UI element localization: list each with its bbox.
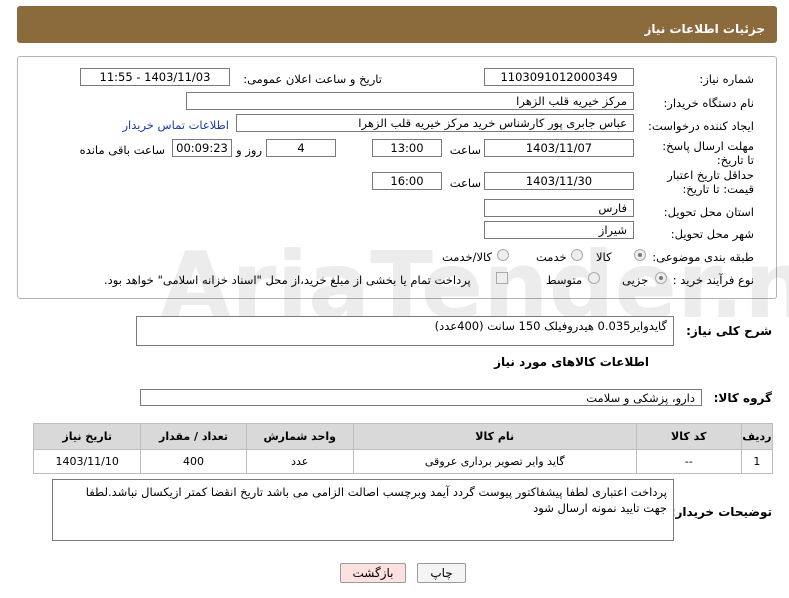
reply-time-field: 13:00 <box>372 139 442 157</box>
category-option-service: خدمت <box>536 250 567 264</box>
need-number-label: شماره نیاز: <box>699 72 754 86</box>
buyer-notes-label: توضیحات خریدار: <box>670 505 772 519</box>
requester-field: عباس جابری پور کارشناس خرید مرکز خیریه ق… <box>236 114 634 132</box>
province-field: فارس <box>484 199 634 217</box>
summary-field: گایدوایر0.035 هیدروفیلک 150 سانت (400عدد… <box>136 316 674 346</box>
category-option-goods-service: کالا/خدمت <box>442 250 493 264</box>
announce-datetime-field: 1403/11/03 - 11:55 <box>80 68 230 86</box>
col-header-name: نام کالا <box>352 423 637 450</box>
province-label: استان محل تحویل: <box>663 205 754 219</box>
reply-time-label: ساعت <box>449 143 481 157</box>
table-header-row: ردیف کد کالا نام کالا واحد شمارش تعداد /… <box>32 423 774 450</box>
cell-index: 1 <box>740 449 774 474</box>
page-header: جزئیات اطلاعات نیاز <box>17 6 777 43</box>
process-radio-partial[interactable] <box>655 272 667 284</box>
price-time-field: 16:00 <box>372 172 442 190</box>
summary-text: گایدوایر0.035 هیدروفیلک 150 سانت (400عدد… <box>434 319 667 333</box>
cell-unit: عدد <box>245 449 354 474</box>
col-header-qty: تعداد / مقدار <box>140 423 247 450</box>
announce-label: تاریخ و ساعت اعلان عمومی: <box>243 72 382 86</box>
process-option-partial: جزیی <box>622 273 649 287</box>
buyer-notes-text: پرداخت اعتباری لطفا پیشفاکتور پیوست گردد… <box>85 485 667 515</box>
buyer-notes-field: پرداخت اعتباری لطفا پیشفاکتور پیوست گردد… <box>52 479 674 541</box>
category-radio-goods[interactable] <box>634 249 646 261</box>
process-type-label: نوع فرآیند خرید : <box>672 273 754 287</box>
goods-group-field: دارو، پزشکی و سلامت <box>140 389 702 406</box>
cell-qty: 400 <box>140 449 247 474</box>
buyer-contact-link[interactable]: اطلاعات تماس خریدار <box>122 118 229 132</box>
cell-date: 1403/11/10 <box>32 449 142 474</box>
col-header-code: کد کالا <box>635 423 742 450</box>
city-field: شیراز <box>484 221 634 239</box>
col-header-date: تاریخ نیاز <box>32 423 142 450</box>
col-header-unit: واحد شمارش <box>245 423 354 450</box>
back-button[interactable]: بازگشت <box>340 563 406 583</box>
process-radio-medium[interactable] <box>588 272 600 284</box>
col-header-index: ردیف <box>740 423 774 450</box>
category-option-goods: کالا <box>596 250 612 264</box>
city-label: شهر محل تحویل: <box>670 227 754 241</box>
requester-label: ایجاد کننده درخواست: <box>648 119 754 133</box>
cell-name: گاید وایر تصویر برداری عروقی <box>352 449 637 474</box>
category-radio-goods-service[interactable] <box>497 249 509 261</box>
category-label: طبقه بندی موضوعی: <box>652 250 754 264</box>
goods-group-label: گروه کالا: <box>713 391 772 405</box>
reply-date-field: 1403/11/07 <box>484 139 634 157</box>
remaining-label: ساعت باقی مانده <box>79 143 165 157</box>
buyer-org-field: مرکز خیریه قلب الزهرا <box>186 92 634 110</box>
price-deadline-label: حداقل تاریخ اعتبار قیمت: تا تاریخ: <box>667 168 754 196</box>
table-row: 1 -- گاید وایر تصویر برداری عروقی عدد 40… <box>32 449 774 474</box>
treasury-payment-note: پرداخت تمام یا بخشی از مبلغ خرید،از محل … <box>104 273 471 287</box>
goods-table: ردیف کد کالا نام کالا واحد شمارش تعداد /… <box>32 423 774 474</box>
summary-label: شرح کلی نیاز: <box>686 324 772 338</box>
price-date-field: 1403/11/30 <box>484 172 634 190</box>
process-option-medium: متوسط <box>546 273 583 287</box>
page-title: جزئیات اطلاعات نیاز <box>644 22 765 36</box>
price-time-label: ساعت <box>449 176 481 190</box>
days-label: روز و <box>236 143 262 157</box>
print-button[interactable]: چاپ <box>417 563 466 583</box>
goods-section-title: اطلاعات کالاهای مورد نیاز <box>494 355 649 369</box>
buyer-org-label: نام دستگاه خریدار: <box>663 96 754 110</box>
reply-deadline-label: مهلت ارسال پاسخ: تا تاریخ: <box>662 139 754 167</box>
need-number-field: 1103091012000349 <box>484 68 634 86</box>
days-field: 4 <box>266 139 336 157</box>
treasury-payment-checkbox[interactable] <box>496 272 508 284</box>
cell-code: -- <box>635 449 742 474</box>
remaining-time-field: 00:09:23 <box>172 139 232 157</box>
category-radio-service[interactable] <box>571 249 583 261</box>
